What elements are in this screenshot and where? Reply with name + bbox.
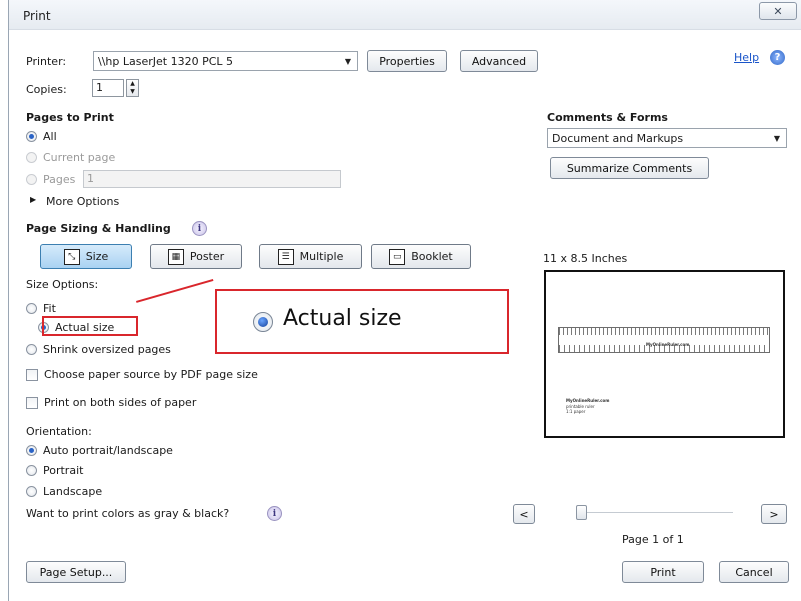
poster-button-label: Poster xyxy=(189,250,225,263)
size-button-label: Size xyxy=(85,250,109,263)
more-options-toggle[interactable]: More Options xyxy=(46,195,119,208)
landscape-label: Landscape xyxy=(43,485,103,498)
print-button[interactable]: Print xyxy=(622,561,704,583)
fit-label: Fit xyxy=(43,302,56,315)
callout-label: Actual size xyxy=(283,306,402,331)
chevron-down-icon: ▼ xyxy=(773,133,781,143)
page-preview: MyOnlineRuler.com MyOnlineRuler.com prin… xyxy=(544,270,785,438)
shrink-radio[interactable] xyxy=(26,344,37,355)
size-button[interactable]: ⤡ Size xyxy=(40,244,132,269)
pages-range-radio[interactable] xyxy=(26,174,37,185)
page-sizing-heading: Page Sizing & Handling xyxy=(26,222,171,235)
portrait-radio[interactable] xyxy=(26,465,37,476)
page-indicator: Page 1 of 1 xyxy=(622,533,684,546)
ruler-image xyxy=(558,327,770,353)
copies-label: Copies: xyxy=(26,83,67,96)
chevron-down-icon: ▼ xyxy=(344,56,352,66)
current-page-radio[interactable] xyxy=(26,152,37,163)
printer-select[interactable]: \\hp LaserJet 1320 PCL 5 ▼ xyxy=(93,51,358,71)
callout-connector xyxy=(136,278,214,303)
size-options-label: Size Options: xyxy=(26,278,99,291)
cancel-button[interactable]: Cancel xyxy=(719,561,789,583)
advanced-button[interactable]: Advanced xyxy=(460,50,538,72)
pages-range-input[interactable]: 1 xyxy=(83,170,341,188)
shrink-label: Shrink oversized pages xyxy=(43,343,171,356)
printer-label: Printer: xyxy=(26,55,67,68)
info-icon[interactable]: i xyxy=(267,506,282,521)
booklet-button[interactable]: ▭ Booklet xyxy=(371,244,471,269)
ruler-title: MyOnlineRuler.com xyxy=(646,342,690,347)
multiple-button-label: Multiple xyxy=(299,250,344,263)
printer-value: \\hp LaserJet 1320 PCL 5 xyxy=(98,54,234,68)
comments-forms-value: Document and Markups xyxy=(552,131,684,145)
fit-radio[interactable] xyxy=(26,303,37,314)
orientation-heading: Orientation: xyxy=(26,425,92,438)
actual-size-callout: Actual size xyxy=(215,289,509,354)
both-sides-checkbox[interactable] xyxy=(26,397,38,409)
auto-orientation-radio[interactable] xyxy=(26,445,37,456)
page-setup-button[interactable]: Page Setup... xyxy=(26,561,126,583)
gray-colors-question: Want to print colors as gray & black? xyxy=(26,507,230,520)
paper-source-checkbox[interactable] xyxy=(26,369,38,381)
actual-size-highlight xyxy=(42,316,138,336)
landscape-radio[interactable] xyxy=(26,486,37,497)
booklet-button-label: Booklet xyxy=(411,250,453,263)
paper-size-label: 11 x 8.5 Inches xyxy=(543,252,628,265)
next-page-button[interactable]: > xyxy=(761,504,787,524)
poster-icon: ▦ xyxy=(167,248,184,265)
window-title: Print xyxy=(23,9,51,23)
portrait-label: Portrait xyxy=(43,464,84,477)
help-link[interactable]: Help xyxy=(734,51,759,64)
booklet-icon: ▭ xyxy=(389,248,406,265)
radio-selected-icon xyxy=(253,312,273,332)
comments-forms-heading: Comments & Forms xyxy=(547,111,668,124)
print-dialog: Print ✕ Printer: \\hp LaserJet 1320 PCL … xyxy=(8,0,801,601)
close-icon: ✕ xyxy=(773,4,783,18)
page-slider-thumb[interactable] xyxy=(576,505,587,520)
pages-to-print-heading: Pages to Print xyxy=(26,111,114,124)
multiple-button[interactable]: ☰ Multiple xyxy=(259,244,362,269)
summarize-comments-button[interactable]: Summarize Comments xyxy=(550,157,709,179)
poster-button[interactable]: ▦ Poster xyxy=(150,244,242,269)
preview-footer-line1: MyOnlineRuler.com xyxy=(566,398,610,403)
copies-input[interactable]: 1 xyxy=(92,79,124,97)
info-icon[interactable]: i xyxy=(192,221,207,236)
comments-forms-select[interactable]: Document and Markups ▼ xyxy=(547,128,787,148)
page-slider-track[interactable] xyxy=(583,512,733,513)
copies-stepper[interactable]: ▲ ▼ xyxy=(126,79,139,97)
title-bar: Print ✕ xyxy=(9,0,801,30)
all-pages-radio[interactable] xyxy=(26,131,37,142)
preview-footer-line3: 1:1 paper xyxy=(566,409,586,414)
help-icon[interactable]: ? xyxy=(770,50,785,65)
all-pages-label: All xyxy=(43,130,57,143)
expand-triangle-icon[interactable]: ▶ xyxy=(30,195,36,204)
size-icon: ⤡ xyxy=(63,248,80,265)
pages-range-label: Pages xyxy=(43,173,76,186)
properties-button[interactable]: Properties xyxy=(367,50,447,72)
auto-orientation-label: Auto portrait/landscape xyxy=(43,444,173,457)
close-button[interactable]: ✕ xyxy=(759,2,797,20)
multiple-pages-icon: ☰ xyxy=(277,248,294,265)
previous-page-button[interactable]: < xyxy=(513,504,535,524)
current-page-label: Current page xyxy=(43,151,116,164)
paper-source-label: Choose paper source by PDF page size xyxy=(44,368,258,381)
both-sides-label: Print on both sides of paper xyxy=(44,396,197,409)
